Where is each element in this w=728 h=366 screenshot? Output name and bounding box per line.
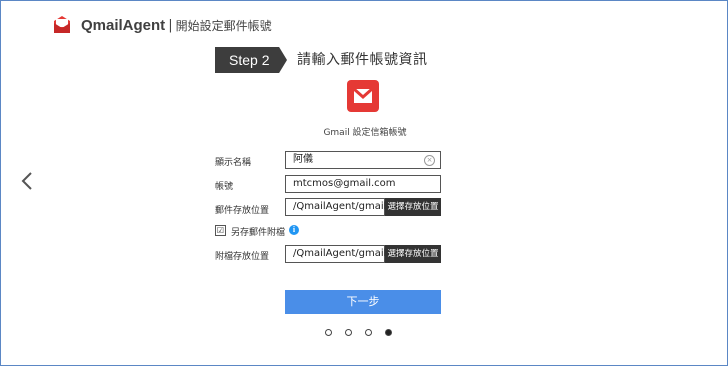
pagination-dots — [325, 329, 392, 336]
next-button[interactable]: 下一步 — [285, 290, 441, 314]
account-field[interactable]: mtcmos@gmail.com — [285, 175, 441, 193]
app-window: QmailAgent | 開始設定郵件帳號 Step 2 請輸入郵件帳號資訊 G… — [0, 0, 728, 366]
display-name-label: 顯示名稱 — [215, 158, 252, 168]
page-dot-3[interactable] — [365, 329, 372, 336]
save-attachments-checkbox[interactable]: ☑ — [215, 225, 226, 236]
header-subtitle: 開始設定郵件帳號 — [175, 18, 272, 33]
chevron-left-icon[interactable] — [19, 172, 37, 190]
header: QmailAgent | 開始設定郵件帳號 — [52, 13, 272, 37]
attachment-location-field[interactable]: /QmailAgent/gmail — [285, 245, 387, 263]
gmail-icon — [347, 80, 379, 112]
attachment-location-label: 附檔存放位置 — [215, 252, 270, 262]
info-icon[interactable]: i — [289, 225, 299, 235]
qmailagent-logo-icon — [52, 15, 72, 35]
attachment-location-value: /QmailAgent/gmail — [293, 248, 387, 259]
display-name-field[interactable]: 阿儀 × — [285, 151, 441, 169]
mail-location-field[interactable]: /QmailAgent/gmail — [285, 198, 387, 216]
app-name: QmailAgent — [81, 16, 166, 34]
step-title: 請輸入郵件帳號資訊 — [297, 52, 428, 68]
header-separator: | — [168, 17, 173, 33]
step-badge: Step 2 — [215, 47, 287, 73]
mail-location-label: 郵件存放位置 — [215, 206, 270, 216]
choose-attachment-location-button[interactable]: 選擇存放位置 — [385, 245, 441, 263]
account-value: mtcmos@gmail.com — [293, 178, 396, 189]
clear-icon[interactable]: × — [424, 155, 435, 166]
mail-location-value: /QmailAgent/gmail — [293, 201, 387, 212]
page-dot-4[interactable] — [385, 329, 392, 336]
page-dot-1[interactable] — [325, 329, 332, 336]
account-label: 帳號 — [215, 182, 234, 192]
page-dot-2[interactable] — [345, 329, 352, 336]
provider-caption: Gmail 設定信箱帳號 — [323, 128, 407, 138]
choose-mail-location-button[interactable]: 選擇存放位置 — [385, 198, 441, 216]
display-name-value: 阿儀 — [293, 154, 313, 165]
save-attachments-label[interactable]: 另存郵件附檔 — [231, 225, 285, 238]
